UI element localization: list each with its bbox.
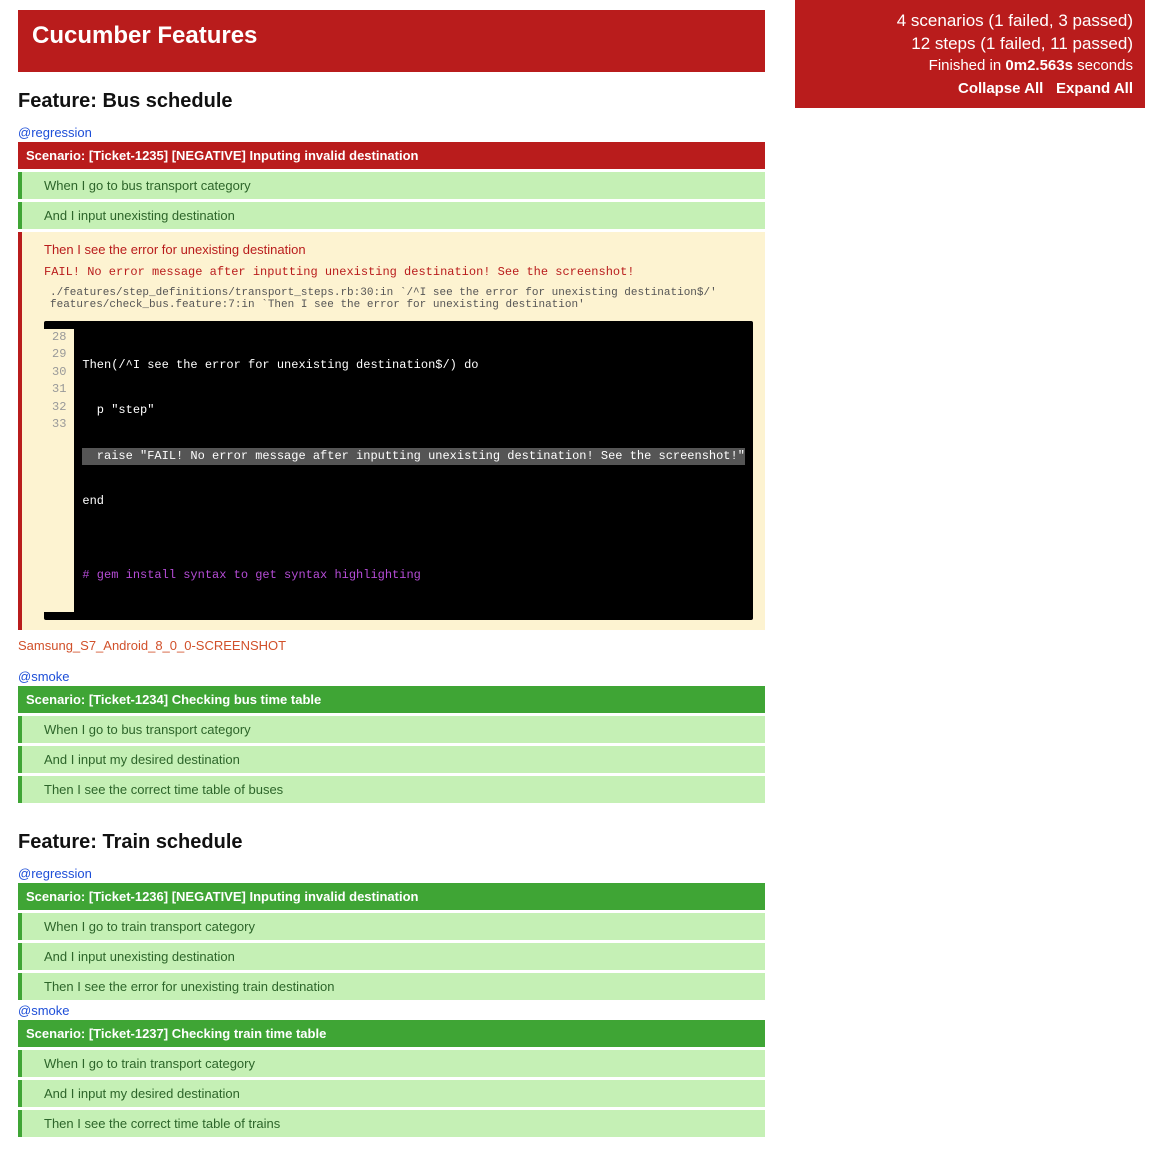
step-passed: When I go to train transport category (18, 1050, 765, 1077)
scenario-header-passed[interactable]: Scenario: [Ticket-1234] Checking bus tim… (18, 686, 765, 713)
summary-actions: Collapse All Expand All (807, 78, 1133, 98)
stack-trace: ./features/step_definitions/transport_st… (44, 287, 753, 311)
line-number: 33 (52, 416, 66, 433)
line-number: 30 (52, 364, 66, 381)
summary-scenarios: 4 scenarios (1 failed, 3 passed) (807, 10, 1133, 33)
step-passed: And I input my desired destination (18, 746, 765, 773)
summary-steps: 12 steps (1 failed, 11 passed) (807, 33, 1133, 56)
code-line: Then(/^I see the error for unexisting de… (82, 357, 745, 374)
step-passed: When I go to train transport category (18, 913, 765, 940)
trace-line: features/check_bus.feature:7:in `Then I … (50, 299, 585, 311)
screenshot-link[interactable]: Samsung_S7_Android_8_0_0-SCREENSHOT (18, 638, 765, 653)
scenario-tag[interactable]: @regression (18, 125, 765, 140)
report-header: Cucumber Features (18, 10, 765, 72)
scenario-tag[interactable]: @smoke (18, 1003, 765, 1018)
summary-sidebar: 4 scenarios (1 failed, 3 passed) 12 step… (795, 0, 1145, 1175)
step-passed: Then I see the correct time table of bus… (18, 776, 765, 803)
scenario-header-failed[interactable]: Scenario: [Ticket-1235] [NEGATIVE] Input… (18, 142, 765, 169)
failed-step-name: Then I see the error for unexisting dest… (44, 242, 753, 257)
code-comment: # gem install syntax to get syntax highl… (82, 567, 745, 584)
feature-title: Feature: Bus schedule (18, 90, 765, 113)
line-number: 32 (52, 399, 66, 416)
failed-step-block: Then I see the error for unexisting dest… (18, 232, 765, 630)
scenario-tag[interactable]: @smoke (18, 669, 765, 684)
report-title: Cucumber Features (32, 22, 751, 50)
step-passed: Then I see the correct time table of tra… (18, 1110, 765, 1137)
code-gutter: 28 29 30 31 32 33 (44, 329, 74, 612)
code-lines: Then(/^I see the error for unexisting de… (74, 329, 753, 612)
timing-value: 0m2.563s (1005, 57, 1073, 74)
collapse-all-link[interactable]: Collapse All (958, 80, 1043, 97)
expand-all-link[interactable]: Expand All (1056, 80, 1133, 97)
code-snippet: 28 29 30 31 32 33 Then(/^I see the error… (44, 321, 753, 620)
scenario-header-passed[interactable]: Scenario: [Ticket-1237] Checking train t… (18, 1020, 765, 1047)
scenario-header-passed[interactable]: Scenario: [Ticket-1236] [NEGATIVE] Input… (18, 883, 765, 910)
feature-block: Feature: Bus schedule @regression Scenar… (18, 90, 765, 803)
line-number: 31 (52, 381, 66, 398)
feature-block: Feature: Train schedule @regression Scen… (18, 831, 765, 1137)
timing-prefix: Finished in (929, 57, 1006, 74)
feature-title: Feature: Train schedule (18, 831, 765, 854)
line-number: 29 (52, 346, 66, 363)
failed-message: FAIL! No error message after inputting u… (44, 265, 753, 279)
scenario-tag[interactable]: @regression (18, 866, 765, 881)
step-passed: And I input unexisting destination (18, 202, 765, 229)
code-line: end (82, 493, 745, 510)
code-line-highlight: raise "FAIL! No error message after inpu… (82, 448, 745, 465)
step-passed: Then I see the error for unexisting trai… (18, 973, 765, 1000)
step-passed: And I input unexisting destination (18, 943, 765, 970)
line-number: 28 (52, 329, 66, 346)
timing-suffix: seconds (1073, 57, 1133, 74)
step-passed: When I go to bus transport category (18, 716, 765, 743)
summary-timing: Finished in 0m2.563s seconds (807, 56, 1133, 76)
trace-line: ./features/step_definitions/transport_st… (50, 287, 717, 299)
summary-box: 4 scenarios (1 failed, 3 passed) 12 step… (795, 0, 1145, 108)
main-content: Cucumber Features Feature: Bus schedule … (0, 0, 765, 1175)
step-passed: And I input my desired destination (18, 1080, 765, 1107)
code-line: p "step" (82, 402, 745, 419)
step-passed: When I go to bus transport category (18, 172, 765, 199)
